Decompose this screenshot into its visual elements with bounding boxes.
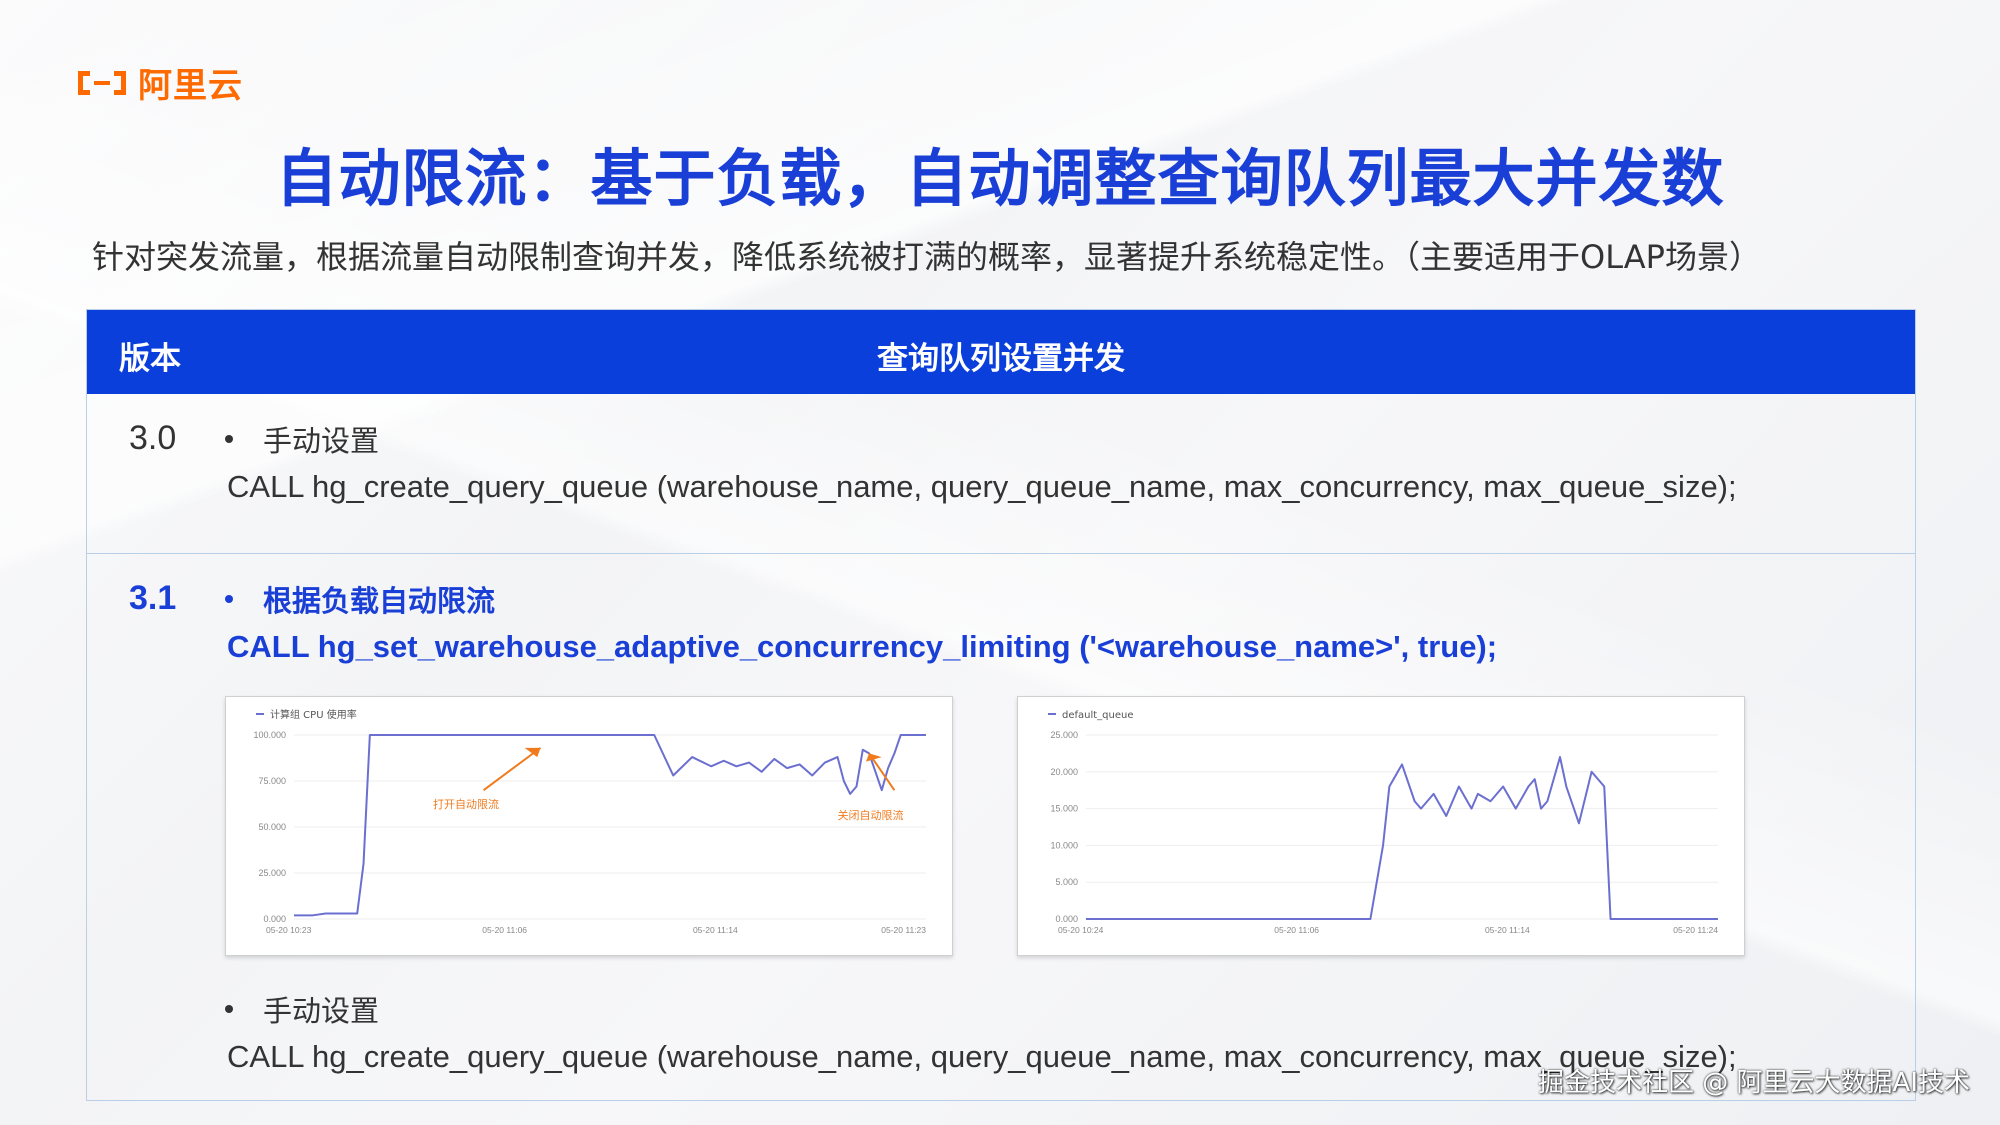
legend-label: default_queue xyxy=(1062,710,1134,721)
x-tick-label: 05-20 10:24 xyxy=(1058,925,1104,935)
watermark: 掘金技术社区 @ 阿里云大数据AI技术 xyxy=(1538,1068,1970,1098)
x-tick-label: 05-20 11:24 xyxy=(1673,925,1718,935)
version-label: 3.1 xyxy=(129,579,177,617)
table-row: 3.1 根据负载自动限流 CALL hg_set_warehouse_adapt… xyxy=(87,554,1915,1100)
x-tick-label: 05-20 11:06 xyxy=(482,925,527,935)
cpu-usage-chart-svg: 计算组 CPU 使用率 100.000 75.000 50.000 25.000 0.00… xyxy=(253,708,926,935)
logo-text: 阿里云 xyxy=(138,66,243,106)
x-tick-label: 05-20 11:14 xyxy=(1485,925,1530,935)
page-subtitle: 针对突发流量，根据流量自动限制查询并发，降低系统被打满的概率，显著提升系统稳定性… xyxy=(92,238,1761,276)
aliyun-logo: 阿里云 xyxy=(74,58,243,107)
code-line: CALL hg_create_query_queue (warehouse_na… xyxy=(227,1039,1737,1074)
code-line: CALL hg_create_query_queue (warehouse_na… xyxy=(227,469,1737,504)
annotation-arrowhead xyxy=(524,747,541,758)
y-tick-label: 5.000 xyxy=(1055,877,1078,887)
y-tick-label: 15.000 xyxy=(1050,804,1078,814)
bullet-dot xyxy=(225,595,233,603)
y-tick-label: 0.000 xyxy=(1055,914,1078,924)
y-tick-label: 50.000 xyxy=(258,822,286,832)
annotation-label: 关闭自动限流 xyxy=(838,808,904,822)
x-tick-label: 05-20 10:23 xyxy=(266,925,312,935)
series-line xyxy=(1086,756,1718,920)
bullet-text: 根据负载自动限流 xyxy=(263,584,496,618)
bullet-dot xyxy=(225,1005,233,1013)
legend-label: 计算组 CPU 使用率 xyxy=(270,708,357,721)
x-tick-label: 05-20 11:06 xyxy=(1274,925,1319,935)
y-tick-label: 20.000 xyxy=(1050,767,1078,777)
x-tick-label: 05-20 11:23 xyxy=(881,925,926,935)
y-tick-label: 0.000 xyxy=(263,914,286,924)
cpu-usage-chart: 计算组 CPU 使用率 100.000 75.000 50.000 25.000 0.00… xyxy=(225,696,953,956)
y-tick-label: 10.000 xyxy=(1050,840,1078,850)
version-table: 版本 查询队列设置并发 3.0 手动设置 CALL hg_create_quer… xyxy=(86,309,1916,1101)
annotation-label: 打开自动限流 xyxy=(433,797,499,811)
bullet-item: 手动设置 xyxy=(225,418,379,460)
table-row: 3.0 手动设置 CALL hg_create_query_queue (war… xyxy=(87,394,1915,554)
y-tick-label: 100.000 xyxy=(253,730,286,740)
series-line xyxy=(294,734,926,917)
header-setting: 查询队列设置并发 xyxy=(877,341,1125,377)
y-tick-label: 25.000 xyxy=(258,868,286,878)
y-tick-label: 75.000 xyxy=(258,776,286,786)
bullet-item: 手动设置 xyxy=(225,988,379,1030)
x-tick-label: 05-20 11:14 xyxy=(693,925,738,935)
aliyun-logo-icon xyxy=(74,65,130,101)
code-line: CALL hg_set_warehouse_adaptive_concurren… xyxy=(227,629,1498,664)
bullet-item: 根据负载自动限流 xyxy=(225,578,495,620)
bullet-text: 手动设置 xyxy=(263,994,380,1028)
bullet-text: 手动设置 xyxy=(263,424,380,458)
page-title: 自动限流：基于负载，自动调整查询队列最大并发数 xyxy=(275,142,1725,215)
queue-chart-svg: default_queue 25.000 20.000 15.000 10.000 5.0… xyxy=(1048,710,1718,935)
annotation-arrow xyxy=(483,747,542,792)
y-tick-label: 25.000 xyxy=(1050,730,1078,740)
bullet-dot xyxy=(225,435,233,443)
table-header: 版本 查询队列设置并发 xyxy=(87,310,1915,394)
version-label: 3.0 xyxy=(129,419,177,457)
queue-chart: default_queue 25.000 20.000 15.000 10.000 5.0… xyxy=(1017,696,1745,956)
